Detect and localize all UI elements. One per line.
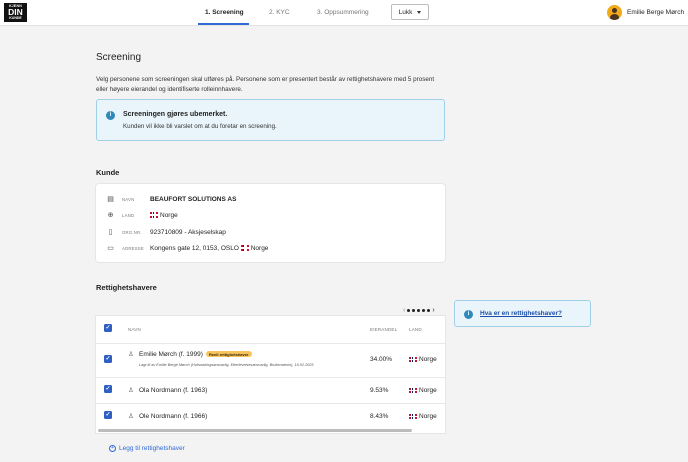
chevron-right-icon[interactable]: › xyxy=(432,307,434,314)
person-icon: ♙ xyxy=(128,413,134,420)
norway-flag-icon xyxy=(409,387,417,394)
norway-flag-icon xyxy=(240,245,249,251)
norway-flag-icon xyxy=(150,212,158,218)
chevron-left-icon[interactable]: ‹ xyxy=(403,307,405,314)
document-icon: ▯ xyxy=(108,229,113,236)
address-icon: ▭ xyxy=(107,245,114,252)
help-box: i Hva er en rettighetshaver? xyxy=(454,300,591,327)
avatar xyxy=(607,5,622,20)
status-badge: Reell rettighetshaver xyxy=(205,351,252,358)
pager-dot[interactable] xyxy=(407,309,411,312)
pager-dot[interactable] xyxy=(422,309,426,312)
person-name[interactable]: Ole Nordmann (f. 1966) xyxy=(139,413,207,420)
norway-flag-icon xyxy=(409,356,417,363)
pager-dot[interactable] xyxy=(412,309,416,312)
person-share: 34.00% xyxy=(370,356,393,363)
person-note: Lagt til av Emilie Berge Mørch (Hvitvask… xyxy=(139,363,314,367)
kunde-row-land: ⊕ Land Norge xyxy=(106,210,178,220)
info-title: Screeningen gjøres ubemerket. xyxy=(123,111,228,118)
kunde-row-navn: ▤ Navn BEAUFORT SOLUTIONS AS xyxy=(106,194,236,204)
tab-screening[interactable]: 1. Screening xyxy=(205,9,244,16)
pager-dot[interactable] xyxy=(417,309,421,312)
norway-flag-icon xyxy=(409,413,417,420)
kunde-value-navn: BEAUFORT SOLUTIONS AS xyxy=(150,195,237,203)
row-divider xyxy=(96,377,445,378)
horizontal-scrollbar[interactable] xyxy=(98,429,412,432)
column-header-eierandel: Eierandel xyxy=(370,327,398,332)
info-icon: i xyxy=(464,310,473,319)
person-share: 9.53% xyxy=(370,387,389,394)
close-button-label: Lukk xyxy=(398,8,413,16)
section-title-rettighetshavere: Rettighetshavere xyxy=(96,283,157,292)
row-checkbox[interactable]: ✓ xyxy=(104,355,112,363)
select-all-checkbox[interactable]: ✓ xyxy=(104,324,112,332)
active-tab-indicator xyxy=(198,23,249,25)
section-title-kunde: Kunde xyxy=(96,168,120,177)
row-checkbox[interactable]: ✓ xyxy=(104,385,112,393)
user-name: Emilie Berge Mørch xyxy=(627,9,685,16)
plus-circle-icon: + xyxy=(109,445,116,452)
kunde-row-orgnr: ▯ Org.nr. 923710809 - Aksjeselskap xyxy=(106,227,226,237)
info-icon: i xyxy=(106,111,115,120)
app-logo[interactable]: KJENN DIN KUNDE xyxy=(4,3,27,22)
tab-oppsummering[interactable]: 3. Oppsummering xyxy=(317,9,369,16)
kunde-value-orgnr: 923710809 - Aksjeselskap xyxy=(150,228,226,236)
info-banner: i Screeningen gjøres ubemerket. Kunden v… xyxy=(96,99,445,141)
help-link[interactable]: Hva er en rettighetshaver? xyxy=(480,310,562,317)
person-share: 8.43% xyxy=(370,413,389,420)
intro-text: Velg personene som screeningen skal utfø… xyxy=(96,76,435,93)
kunde-row-adresse: ▭ Adresse Kongens gate 12, 0153, OSLO No… xyxy=(106,243,268,253)
carousel-pager[interactable]: ‹ › xyxy=(403,307,435,314)
tab-kyc[interactable]: 2. KYC xyxy=(269,9,290,16)
building-icon: ▤ xyxy=(107,196,114,203)
row-divider xyxy=(96,343,445,344)
row-divider xyxy=(96,403,445,404)
person-country: Norge xyxy=(409,356,437,363)
person-country: Norge xyxy=(409,413,437,420)
person-country: Norge xyxy=(409,387,437,394)
column-header-navn: Navn xyxy=(128,327,141,332)
globe-icon: ⊕ xyxy=(107,212,114,219)
page-title: Screening xyxy=(96,52,142,63)
add-rettighetshaver-link[interactable]: + Legg til rettighetshaver xyxy=(109,445,185,452)
kunde-value-land: Norge xyxy=(150,212,178,219)
top-bar: KJENN DIN KUNDE 1. Screening 2. KYC 3. O… xyxy=(0,0,688,26)
info-text: Kunden vil ikke bli varslet om at du for… xyxy=(123,123,277,130)
person-name[interactable]: Emilie Mørch (f. 1999) Reell rettighetsha… xyxy=(139,351,252,358)
rettighetshavere-table: ✓ Navn Eierandel Land ✓ ♙ Emilie Mørch (… xyxy=(96,316,445,433)
person-name[interactable]: Ola Nordmann (f. 1963) xyxy=(139,387,207,394)
chevron-down-icon xyxy=(417,10,422,14)
pager-dot[interactable] xyxy=(427,309,431,312)
person-icon: ♙ xyxy=(128,387,134,394)
user-menu[interactable]: Emilie Berge Mørch xyxy=(607,5,684,20)
add-rettighetshaver-label: Legg til rettighetshaver xyxy=(119,445,185,452)
kunde-value-adresse: Kongens gate 12, 0153, OSLO Norge xyxy=(150,244,269,252)
person-icon: ♙ xyxy=(128,351,134,358)
kunde-card: ▤ Navn BEAUFORT SOLUTIONS AS ⊕ Land Norg… xyxy=(96,184,445,262)
close-dropdown-button[interactable]: Lukk xyxy=(391,4,429,20)
column-header-land: Land xyxy=(409,327,422,332)
row-checkbox[interactable]: ✓ xyxy=(104,411,112,419)
